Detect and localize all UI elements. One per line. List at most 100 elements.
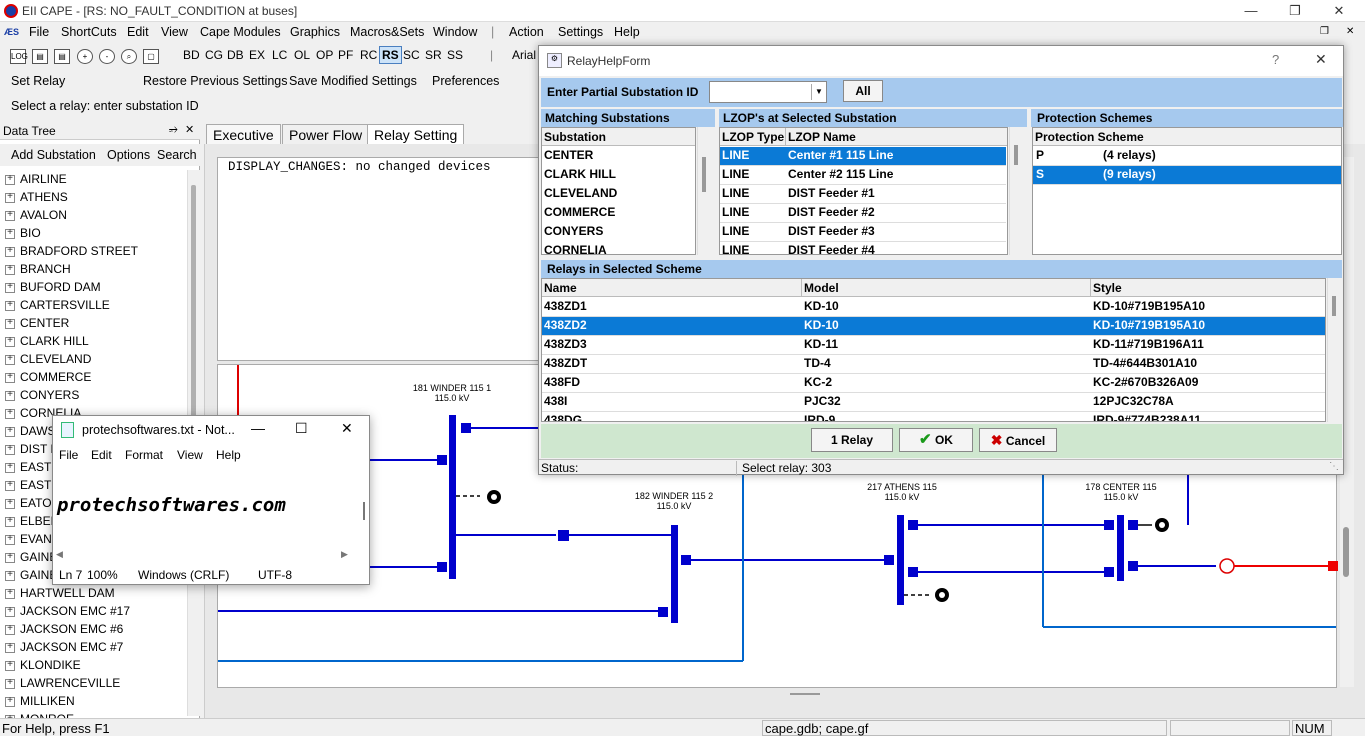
notepad-vscroll[interactable] (360, 466, 369, 549)
log-icon[interactable]: LOG (10, 49, 28, 64)
tb-pf[interactable]: PF (338, 48, 353, 62)
pin-icon[interactable]: ⭌ (169, 123, 178, 136)
menu-window[interactable]: Window (433, 25, 477, 39)
ok-button[interactable]: ✔ OK (899, 428, 973, 452)
print-icon[interactable]: ▤ (32, 49, 48, 64)
substation-row[interactable]: CENTER (544, 148, 593, 162)
substation-id-combobox[interactable]: ▼ (709, 81, 827, 103)
splitter-handle[interactable] (790, 693, 820, 695)
relay-row[interactable]: 438FD KC-2 KC-2#670B326A09 (542, 374, 1325, 393)
save-settings-button[interactable]: Save Modified Settings (289, 74, 417, 88)
cancel-button[interactable]: ✖ Cancel (979, 428, 1057, 452)
substation-row[interactable]: CLARK HILL (544, 167, 616, 181)
relay-row[interactable]: 438ZD2 KD-10 KD-10#719B195A10 (542, 317, 1325, 336)
tree-item[interactable]: CENTER (0, 314, 188, 332)
tree-item[interactable]: JACKSON EMC #7 (0, 638, 188, 656)
protection-scheme-column-header[interactable]: Protection Scheme (1033, 128, 1341, 146)
tree-item[interactable]: BUFORD DAM (0, 278, 188, 296)
relay-row[interactable]: 438I PJC32 12PJC32C78A (542, 393, 1325, 412)
tree-item[interactable]: MILLIKEN (0, 692, 188, 710)
tb-bd[interactable]: BD (183, 48, 200, 62)
scroll-left-icon[interactable]: ◀ (56, 549, 63, 560)
tb-sr[interactable]: SR (425, 48, 442, 62)
mdi-restore-icon[interactable]: ❐ (1320, 26, 1329, 37)
relay-row[interactable]: 438DG IRD-9 IRD-9#774B238A11 (542, 412, 1325, 421)
substation-row[interactable]: CONYERS (544, 224, 603, 238)
lzop-row[interactable]: LINE DIST Feeder #1 (720, 185, 1006, 204)
tab-relay-setting[interactable]: Relay Setting (367, 124, 465, 144)
main-scroll-thumb[interactable] (1343, 527, 1349, 577)
lzop-row[interactable]: LINE Center #1 115 Line (720, 147, 1006, 166)
tree-item[interactable]: LAWRENCEVILLE (0, 674, 188, 692)
notepad-text-area[interactable]: protechsoftwares.com (53, 466, 358, 549)
menu-action[interactable]: Action (509, 25, 544, 39)
substation-row[interactable]: COMMERCE (544, 205, 615, 219)
tb-op[interactable]: OP (316, 48, 333, 62)
menu-file[interactable]: File (29, 25, 49, 39)
tb-cg[interactable]: CG (205, 48, 223, 62)
lzop-type-column-header[interactable]: LZOP Type (720, 128, 786, 146)
menu-view[interactable]: View (161, 25, 188, 39)
relay-style-column-header[interactable]: Style (1091, 279, 1325, 297)
relay-row[interactable]: 438ZD3 KD-11 KD-11#719B196A11 (542, 336, 1325, 355)
lzop-scrollbar[interactable] (1009, 127, 1023, 255)
scheme-row[interactable]: S (9 relays) (1033, 166, 1341, 185)
tb-rs[interactable]: RS (379, 46, 402, 64)
tree-item[interactable]: CONYERS (0, 386, 188, 404)
tree-item[interactable]: AVALON (0, 206, 188, 224)
lzop-row[interactable]: LINE DIST Feeder #4 (720, 242, 1006, 254)
scheme-row[interactable]: P (4 relays) (1033, 147, 1341, 166)
preferences-button[interactable]: Preferences (432, 74, 499, 88)
all-button[interactable]: All (843, 80, 883, 102)
zoom-fit-icon[interactable]: ▢ (143, 49, 159, 64)
bus-178[interactable] (1117, 515, 1124, 581)
minimize-icon[interactable]: — (1228, 0, 1274, 22)
menu-graphics[interactable]: Graphics (290, 25, 340, 39)
tb-ss[interactable]: SS (447, 48, 463, 62)
tree-item[interactable]: JACKSON EMC #17 (0, 602, 188, 620)
scroll-right-icon[interactable]: ▶ (341, 549, 348, 560)
zoom-icon[interactable]: ⌕ (121, 49, 137, 64)
relays-scrollbar[interactable] (1327, 278, 1341, 422)
tree-item[interactable]: KLONDIKE (0, 656, 188, 674)
zoom-in-icon[interactable]: + (77, 49, 93, 64)
menu-help[interactable]: Help (614, 25, 640, 39)
menu-cape-modules[interactable]: Cape Modules (200, 25, 281, 39)
menu-edit[interactable]: Edit (127, 25, 149, 39)
tree-item[interactable]: ATHENS (0, 188, 188, 206)
notepad-menu-edit[interactable]: Edit (91, 448, 112, 462)
lzop-row[interactable]: LINE DIST Feeder #2 (720, 204, 1006, 223)
tree-item[interactable]: JACKSON EMC #6 (0, 620, 188, 638)
tree-item[interactable]: CARTERSVILLE (0, 296, 188, 314)
relay-row[interactable]: 438ZDT TD-4 TD-4#644B301A10 (542, 355, 1325, 374)
matching-scrollbar[interactable] (697, 127, 711, 255)
relay-model-column-header[interactable]: Model (802, 279, 1091, 297)
data-tree-close-icon[interactable]: ✕ (185, 123, 194, 136)
matching-substations-grid[interactable]: Substation CENTER CLARK HILL CLEVELAND COMM… (541, 127, 696, 255)
dialog-help-icon[interactable]: ? (1272, 52, 1279, 67)
tree-item[interactable]: CLARK HILL (0, 332, 188, 350)
lzop-grid[interactable]: LZOP Type LZOP Name LINE Center #1 115 Li… (719, 127, 1008, 255)
menu-shortcuts[interactable]: ShortCuts (61, 25, 117, 39)
font-selector[interactable]: Arial (512, 48, 536, 62)
menu-settings[interactable]: Settings (558, 25, 603, 39)
search-button[interactable]: Search (157, 148, 197, 162)
tab-power-flow[interactable]: Power Flow (282, 124, 370, 144)
bus-217[interactable] (897, 515, 904, 605)
notepad-maximize-icon[interactable]: ☐ (295, 420, 308, 437)
substation-row[interactable]: CORNELIA (544, 243, 607, 254)
relays-scroll-thumb[interactable] (1332, 296, 1336, 316)
menu-macros[interactable]: Macros&Sets (350, 25, 424, 39)
notepad-menu-view[interactable]: View (177, 448, 203, 462)
notepad-hscroll[interactable]: ◀ ▶ (53, 549, 358, 561)
tb-ex[interactable]: EX (249, 48, 265, 62)
matching-scroll-thumb[interactable] (702, 157, 706, 192)
substation-column-header[interactable]: Substation (542, 128, 695, 146)
close-icon[interactable]: ✕ (1316, 0, 1362, 22)
one-relay-button[interactable]: 1 Relay (811, 428, 893, 452)
tb-ol[interactable]: OL (294, 48, 310, 62)
notepad-vscroll-thumb[interactable] (363, 502, 365, 520)
substation-row[interactable]: CLEVELAND (544, 186, 617, 200)
restore-icon[interactable]: ❐ (1272, 0, 1318, 22)
lzop-row[interactable]: LINE DIST Feeder #3 (720, 223, 1006, 242)
